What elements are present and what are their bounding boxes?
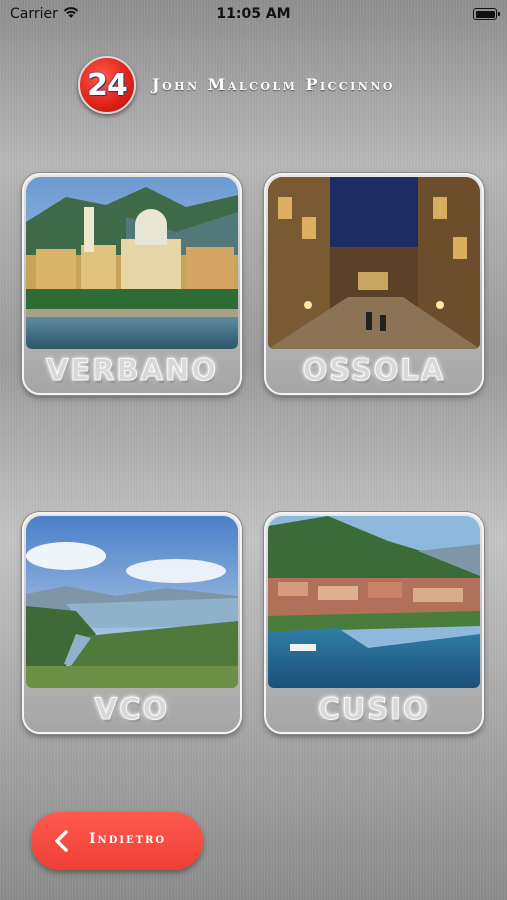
- logo-text: 24: [87, 68, 128, 103]
- back-button[interactable]: Indietro: [31, 812, 203, 870]
- status-bar: Carrier 11:05 AM: [0, 0, 507, 30]
- tile-cusio[interactable]: CUSIO: [264, 512, 484, 734]
- app-logo: 24: [78, 56, 136, 114]
- tile-verbano-label: VERBANO: [45, 353, 219, 388]
- tile-vco-label: VCO: [94, 692, 170, 727]
- tile-vco[interactable]: VCO: [22, 512, 242, 734]
- battery-icon: [473, 8, 500, 20]
- page-title: John Malcolm Piccinno: [152, 75, 395, 94]
- back-button-label: Indietro: [89, 831, 167, 847]
- status-time: 11:05 AM: [216, 6, 291, 22]
- verbano-photo: [26, 177, 238, 349]
- chevron-left-icon: [55, 830, 68, 852]
- cusio-photo: [268, 516, 480, 688]
- tile-verbano[interactable]: VERBANO: [22, 173, 242, 395]
- tile-ossola[interactable]: OSSOLA: [264, 173, 484, 395]
- ossola-photo: [268, 177, 480, 349]
- tile-ossola-label: OSSOLA: [302, 353, 446, 388]
- tile-cusio-label: CUSIO: [318, 692, 430, 727]
- vco-photo: [26, 516, 238, 688]
